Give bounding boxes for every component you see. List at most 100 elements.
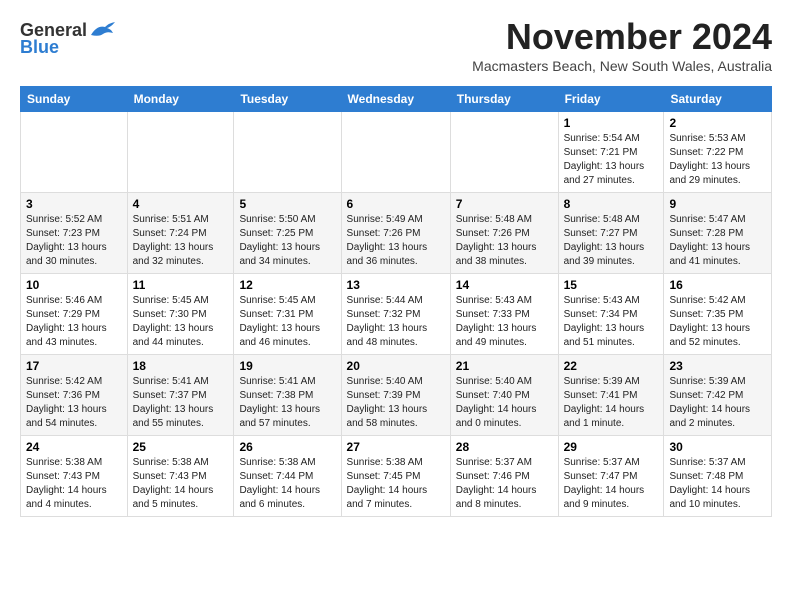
logo: General Blue bbox=[20, 20, 115, 58]
day-number: 1 bbox=[564, 116, 659, 130]
calendar-cell bbox=[21, 112, 128, 193]
calendar-cell: 5 Sunrise: 5:50 AM Sunset: 7:25 PM Daylig… bbox=[234, 193, 341, 274]
day-number: 7 bbox=[456, 197, 553, 211]
day-info: Sunrise: 5:38 AM Sunset: 7:43 PM Dayligh… bbox=[26, 456, 122, 512]
calendar-cell: 24 Sunrise: 5:38 AM Sunset: 7:43 PM Dayli… bbox=[21, 436, 128, 517]
day-info: Sunrise: 5:39 AM Sunset: 7:41 PM Dayligh… bbox=[564, 375, 659, 431]
day-number: 28 bbox=[456, 440, 553, 454]
day-info: Sunrise: 5:37 AM Sunset: 7:47 PM Dayligh… bbox=[564, 456, 659, 512]
calendar-cell: 27 Sunrise: 5:38 AM Sunset: 7:45 PM Dayli… bbox=[341, 436, 450, 517]
calendar-cell: 13 Sunrise: 5:44 AM Sunset: 7:32 PM Dayli… bbox=[341, 274, 450, 355]
calendar-cell: 18 Sunrise: 5:41 AM Sunset: 7:37 PM Dayli… bbox=[127, 355, 234, 436]
day-number: 8 bbox=[564, 197, 659, 211]
header: General Blue November 2024 Macmasters Be… bbox=[20, 16, 772, 82]
calendar-header-row: SundayMondayTuesdayWednesdayThursdayFrid… bbox=[21, 87, 772, 112]
day-number: 30 bbox=[669, 440, 766, 454]
day-number: 22 bbox=[564, 359, 659, 373]
day-info: Sunrise: 5:48 AM Sunset: 7:26 PM Dayligh… bbox=[456, 213, 553, 269]
header-tuesday: Tuesday bbox=[234, 87, 341, 112]
day-number: 9 bbox=[669, 197, 766, 211]
day-info: Sunrise: 5:53 AM Sunset: 7:22 PM Dayligh… bbox=[669, 132, 766, 188]
day-number: 14 bbox=[456, 278, 553, 292]
header-saturday: Saturday bbox=[664, 87, 772, 112]
calendar-cell: 28 Sunrise: 5:37 AM Sunset: 7:46 PM Dayli… bbox=[450, 436, 558, 517]
day-info: Sunrise: 5:45 AM Sunset: 7:30 PM Dayligh… bbox=[133, 294, 229, 350]
day-number: 13 bbox=[347, 278, 445, 292]
calendar-cell: 4Sunrise: 5:51 AM Sunset: 7:24 PM Daylig… bbox=[127, 193, 234, 274]
calendar-cell: 26 Sunrise: 5:38 AM Sunset: 7:44 PM Dayli… bbox=[234, 436, 341, 517]
day-number: 10 bbox=[26, 278, 122, 292]
day-info: Sunrise: 5:41 AM Sunset: 7:37 PM Dayligh… bbox=[133, 375, 229, 431]
calendar-cell: 14Sunrise: 5:43 AM Sunset: 7:33 PM Dayli… bbox=[450, 274, 558, 355]
calendar-cell: 11 Sunrise: 5:45 AM Sunset: 7:30 PM Dayli… bbox=[127, 274, 234, 355]
logo-blue: Blue bbox=[20, 37, 59, 58]
day-info: Sunrise: 5:50 AM Sunset: 7:25 PM Dayligh… bbox=[239, 213, 335, 269]
calendar-cell bbox=[127, 112, 234, 193]
day-number: 26 bbox=[239, 440, 335, 454]
calendar-cell: 8 Sunrise: 5:48 AM Sunset: 7:27 PM Daylig… bbox=[558, 193, 664, 274]
calendar-cell: 21 Sunrise: 5:40 AM Sunset: 7:40 PM Dayli… bbox=[450, 355, 558, 436]
day-number: 18 bbox=[133, 359, 229, 373]
calendar-cell: 22 Sunrise: 5:39 AM Sunset: 7:41 PM Dayli… bbox=[558, 355, 664, 436]
header-wednesday: Wednesday bbox=[341, 87, 450, 112]
calendar-cell: 9Sunrise: 5:47 AM Sunset: 7:28 PM Daylig… bbox=[664, 193, 772, 274]
month-title: November 2024 bbox=[472, 16, 772, 58]
day-number: 3 bbox=[26, 197, 122, 211]
calendar-cell: 29 Sunrise: 5:37 AM Sunset: 7:47 PM Dayli… bbox=[558, 436, 664, 517]
calendar-cell: 16 Sunrise: 5:42 AM Sunset: 7:35 PM Dayli… bbox=[664, 274, 772, 355]
calendar-cell: 17Sunrise: 5:42 AM Sunset: 7:36 PM Dayli… bbox=[21, 355, 128, 436]
calendar-cell: 12 Sunrise: 5:45 AM Sunset: 7:31 PM Dayli… bbox=[234, 274, 341, 355]
calendar-week-row: 24 Sunrise: 5:38 AM Sunset: 7:43 PM Dayli… bbox=[21, 436, 772, 517]
logo-bird-icon bbox=[89, 21, 115, 41]
calendar-cell: 20Sunrise: 5:40 AM Sunset: 7:39 PM Dayli… bbox=[341, 355, 450, 436]
day-info: Sunrise: 5:41 AM Sunset: 7:38 PM Dayligh… bbox=[239, 375, 335, 431]
day-info: Sunrise: 5:38 AM Sunset: 7:45 PM Dayligh… bbox=[347, 456, 445, 512]
day-info: Sunrise: 5:52 AM Sunset: 7:23 PM Dayligh… bbox=[26, 213, 122, 269]
day-info: Sunrise: 5:45 AM Sunset: 7:31 PM Dayligh… bbox=[239, 294, 335, 350]
calendar-cell: 23Sunrise: 5:39 AM Sunset: 7:42 PM Dayli… bbox=[664, 355, 772, 436]
day-info: Sunrise: 5:40 AM Sunset: 7:39 PM Dayligh… bbox=[347, 375, 445, 431]
day-info: Sunrise: 5:40 AM Sunset: 7:40 PM Dayligh… bbox=[456, 375, 553, 431]
day-info: Sunrise: 5:54 AM Sunset: 7:21 PM Dayligh… bbox=[564, 132, 659, 188]
day-number: 24 bbox=[26, 440, 122, 454]
calendar-week-row: 1 Sunrise: 5:54 AM Sunset: 7:21 PM Daylig… bbox=[21, 112, 772, 193]
day-number: 4 bbox=[133, 197, 229, 211]
calendar-cell: 6 Sunrise: 5:49 AM Sunset: 7:26 PM Daylig… bbox=[341, 193, 450, 274]
calendar-cell: 15Sunrise: 5:43 AM Sunset: 7:34 PM Dayli… bbox=[558, 274, 664, 355]
day-number: 16 bbox=[669, 278, 766, 292]
day-number: 21 bbox=[456, 359, 553, 373]
day-number: 19 bbox=[239, 359, 335, 373]
day-number: 6 bbox=[347, 197, 445, 211]
day-number: 29 bbox=[564, 440, 659, 454]
day-number: 12 bbox=[239, 278, 335, 292]
title-block: November 2024 Macmasters Beach, New Sout… bbox=[472, 16, 772, 82]
header-sunday: Sunday bbox=[21, 87, 128, 112]
calendar-cell: 30Sunrise: 5:37 AM Sunset: 7:48 PM Dayli… bbox=[664, 436, 772, 517]
calendar-cell bbox=[450, 112, 558, 193]
day-info: Sunrise: 5:38 AM Sunset: 7:43 PM Dayligh… bbox=[133, 456, 229, 512]
subtitle: Macmasters Beach, New South Wales, Austr… bbox=[472, 58, 772, 74]
day-number: 11 bbox=[133, 278, 229, 292]
day-number: 27 bbox=[347, 440, 445, 454]
header-thursday: Thursday bbox=[450, 87, 558, 112]
calendar-table: SundayMondayTuesdayWednesdayThursdayFrid… bbox=[20, 86, 772, 517]
day-info: Sunrise: 5:42 AM Sunset: 7:35 PM Dayligh… bbox=[669, 294, 766, 350]
day-info: Sunrise: 5:48 AM Sunset: 7:27 PM Dayligh… bbox=[564, 213, 659, 269]
calendar-cell: 7 Sunrise: 5:48 AM Sunset: 7:26 PM Daylig… bbox=[450, 193, 558, 274]
day-info: Sunrise: 5:42 AM Sunset: 7:36 PM Dayligh… bbox=[26, 375, 122, 431]
day-number: 5 bbox=[239, 197, 335, 211]
calendar-week-row: 10Sunrise: 5:46 AM Sunset: 7:29 PM Dayli… bbox=[21, 274, 772, 355]
day-info: Sunrise: 5:38 AM Sunset: 7:44 PM Dayligh… bbox=[239, 456, 335, 512]
day-info: Sunrise: 5:49 AM Sunset: 7:26 PM Dayligh… bbox=[347, 213, 445, 269]
day-info: Sunrise: 5:44 AM Sunset: 7:32 PM Dayligh… bbox=[347, 294, 445, 350]
day-number: 15 bbox=[564, 278, 659, 292]
calendar-cell: 19 Sunrise: 5:41 AM Sunset: 7:38 PM Dayli… bbox=[234, 355, 341, 436]
calendar-cell: 25Sunrise: 5:38 AM Sunset: 7:43 PM Dayli… bbox=[127, 436, 234, 517]
day-info: Sunrise: 5:37 AM Sunset: 7:46 PM Dayligh… bbox=[456, 456, 553, 512]
day-number: 23 bbox=[669, 359, 766, 373]
calendar-cell bbox=[341, 112, 450, 193]
calendar-week-row: 17Sunrise: 5:42 AM Sunset: 7:36 PM Dayli… bbox=[21, 355, 772, 436]
header-friday: Friday bbox=[558, 87, 664, 112]
header-monday: Monday bbox=[127, 87, 234, 112]
calendar-cell: 2Sunrise: 5:53 AM Sunset: 7:22 PM Daylig… bbox=[664, 112, 772, 193]
